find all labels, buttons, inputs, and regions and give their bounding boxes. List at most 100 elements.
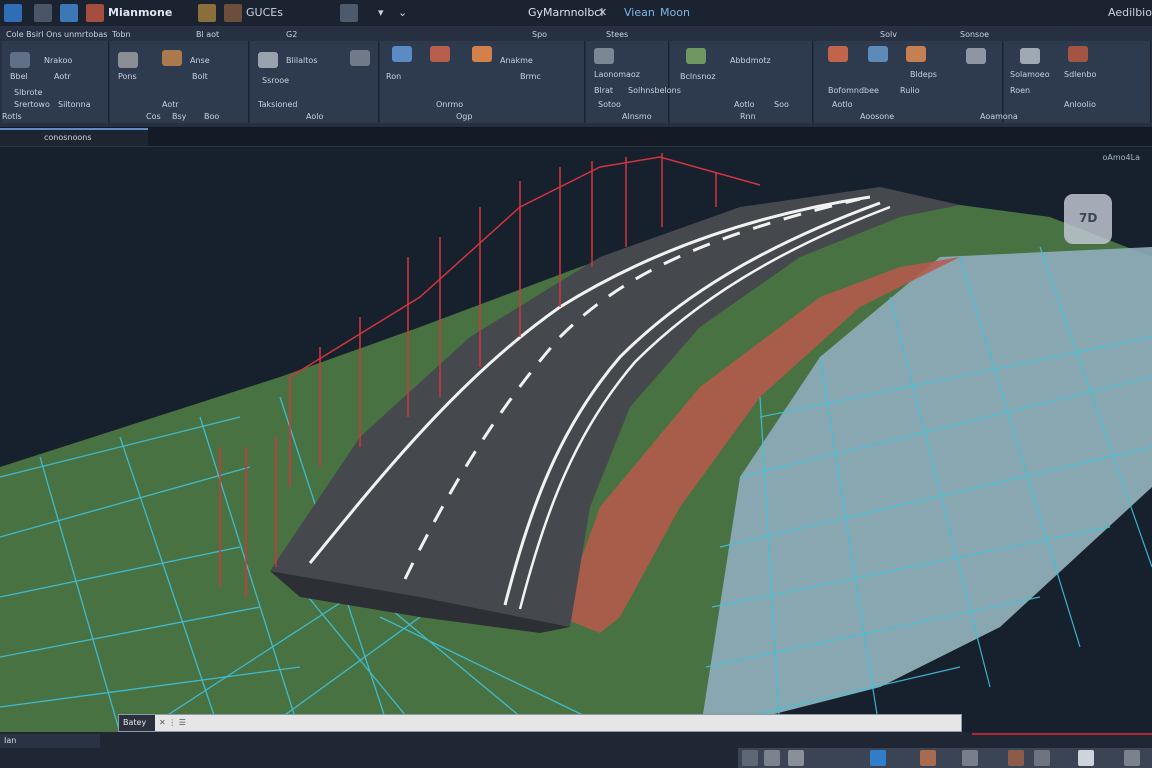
ribbon-label[interactable]: Aotr bbox=[162, 100, 179, 109]
panel-label: Alnsmo bbox=[622, 112, 652, 121]
ribbon-label[interactable]: Ron bbox=[386, 72, 401, 81]
viewport-label: oAmo4La bbox=[1102, 153, 1140, 162]
tab-insert[interactable]: unmrtobas bbox=[64, 30, 107, 39]
ribbon-label[interactable]: Bclnsnoz bbox=[680, 72, 716, 81]
insert-block-icon[interactable] bbox=[594, 48, 614, 64]
ribbon-label[interactable]: Blilaltos bbox=[286, 56, 317, 65]
layer-properties-icon[interactable] bbox=[392, 46, 412, 62]
ribbon-label[interactable]: Rulio bbox=[900, 86, 920, 95]
calculator-icon[interactable] bbox=[966, 48, 986, 64]
panel-label: Bsy bbox=[172, 112, 187, 121]
osnap-icon[interactable] bbox=[870, 750, 886, 766]
polar-icon[interactable] bbox=[788, 750, 804, 766]
window-icon[interactable] bbox=[340, 4, 358, 22]
tool-icon[interactable] bbox=[198, 4, 216, 22]
polyline-tool-icon[interactable] bbox=[118, 52, 138, 68]
ribbon-label[interactable]: Srertowo bbox=[14, 100, 50, 109]
ribbon-label[interactable]: Ssrooe bbox=[262, 76, 289, 85]
ribbon-label[interactable]: Siltonna bbox=[58, 100, 91, 109]
ribbon-label[interactable]: Sdlenbo bbox=[1064, 70, 1096, 79]
tab-home[interactable]: Cole Bsirl Ons bbox=[6, 30, 62, 39]
text-tool-icon[interactable] bbox=[430, 46, 450, 62]
annotation-icon[interactable] bbox=[1008, 750, 1024, 766]
tab-view[interactable]: G2 bbox=[286, 30, 297, 39]
viewport-tab-label: conosnoons bbox=[44, 133, 92, 142]
ribbon-label[interactable]: Abbdmotz bbox=[730, 56, 771, 65]
tab-collaborate[interactable]: Sonsoe bbox=[960, 30, 989, 39]
ribbon-label[interactable]: Laonomaoz bbox=[594, 70, 640, 79]
tab-modify[interactable]: Bl aot bbox=[196, 30, 219, 39]
ortho-icon[interactable] bbox=[764, 750, 780, 766]
save-icon[interactable] bbox=[34, 4, 52, 22]
title-text: GUCEs bbox=[246, 6, 283, 19]
ribbon-label[interactable]: Bbel bbox=[10, 72, 28, 81]
ribbon-label[interactable]: Soo bbox=[774, 100, 789, 109]
workspace-state[interactable]: Moon bbox=[660, 6, 690, 19]
line-tool-icon[interactable] bbox=[10, 52, 30, 68]
ribbon-label[interactable]: Slbrote bbox=[14, 88, 42, 97]
close-file-icon[interactable]: ✕ bbox=[598, 6, 607, 19]
navigation-cube[interactable]: 7D bbox=[1064, 194, 1112, 244]
command-icons[interactable]: ✕ ⋮ ☰ bbox=[159, 718, 186, 727]
group-tool-icon[interactable] bbox=[828, 46, 848, 62]
filename: GyMarnnolbcl bbox=[528, 6, 604, 19]
layer-icon[interactable] bbox=[224, 4, 242, 22]
ribbon-label[interactable]: Aotlo bbox=[734, 100, 754, 109]
model-tab[interactable]: Ian bbox=[0, 734, 100, 748]
tab-analyze[interactable]: Spo bbox=[532, 30, 547, 39]
hardware-icon[interactable] bbox=[1124, 750, 1140, 766]
lock-icon[interactable] bbox=[1034, 750, 1050, 766]
ungroup-tool-icon[interactable] bbox=[868, 46, 888, 62]
panel-label: Aoosone bbox=[860, 112, 895, 121]
measure-tool-icon[interactable] bbox=[906, 46, 926, 62]
viewport-tab[interactable]: conosnoons bbox=[0, 128, 148, 148]
dimension-tool-icon[interactable] bbox=[472, 46, 492, 62]
model-tab-label: Ian bbox=[4, 736, 17, 745]
ribbon-label[interactable]: Roen bbox=[1010, 86, 1030, 95]
ribbon-label[interactable]: Brmc bbox=[520, 72, 541, 81]
isolate-icon[interactable] bbox=[1078, 750, 1094, 766]
arc-tool-icon[interactable] bbox=[162, 50, 182, 66]
model-viewport[interactable]: oAmo4La bbox=[0, 146, 1152, 733]
ribbon-label[interactable]: Onrmo bbox=[436, 100, 463, 109]
ribbon-label[interactable]: Nrakoo bbox=[44, 56, 72, 65]
ribbon-label[interactable]: Aotlo bbox=[832, 100, 852, 109]
ribbon-label[interactable]: Sotoo bbox=[598, 100, 621, 109]
chevron-down-icon[interactable]: ⌄ bbox=[398, 6, 407, 19]
layout-icon[interactable] bbox=[60, 4, 78, 22]
tab-manage[interactable]: Solv bbox=[880, 30, 897, 39]
ribbon-label[interactable]: Anloolio bbox=[1064, 100, 1096, 109]
app-logo-icon[interactable] bbox=[4, 4, 22, 22]
ribbon-label[interactable]: Bolt bbox=[192, 72, 208, 81]
ribbon-label[interactable]: Anakme bbox=[500, 56, 533, 65]
copy-tool-icon[interactable] bbox=[350, 50, 370, 66]
tab-output[interactable]: Stees bbox=[606, 30, 628, 39]
nav-cube-label: 7D bbox=[1079, 211, 1098, 225]
user-name[interactable]: Aedilbio bbox=[1108, 6, 1152, 19]
ribbon-label[interactable]: Anse bbox=[190, 56, 210, 65]
workspace-icon[interactable] bbox=[920, 750, 936, 766]
panel-label: Rnn bbox=[740, 112, 756, 121]
ribbon-label[interactable]: Solamoeo bbox=[1010, 70, 1050, 79]
match-properties-icon[interactable] bbox=[686, 48, 706, 64]
status-accent-line bbox=[972, 733, 1152, 735]
road-terrain-model[interactable] bbox=[0, 147, 1152, 733]
ribbon-label[interactable]: Bldeps bbox=[910, 70, 937, 79]
status-tray bbox=[738, 748, 1152, 768]
ribbon-label[interactable]: Blrat bbox=[594, 86, 613, 95]
move-tool-icon[interactable] bbox=[258, 52, 278, 68]
dropdown-icon[interactable]: ▾ bbox=[378, 6, 384, 19]
command-line[interactable]: Batey ✕ ⋮ ☰ bbox=[118, 714, 962, 732]
ribbon-label[interactable]: Aotr bbox=[54, 72, 71, 81]
settings-icon[interactable] bbox=[962, 750, 978, 766]
workspace[interactable]: Viean bbox=[624, 6, 655, 19]
user-icon[interactable] bbox=[86, 4, 104, 22]
ribbon-label[interactable]: Pons bbox=[118, 72, 137, 81]
ribbon-label[interactable]: Bofomndbee bbox=[828, 86, 879, 95]
view-tool-icon[interactable] bbox=[1068, 46, 1088, 62]
tab-annotate[interactable]: Tobn bbox=[112, 30, 131, 39]
ribbon-label[interactable]: Taksioned bbox=[258, 100, 297, 109]
ribbon-label[interactable]: Solhnsbelons bbox=[628, 86, 681, 95]
clipboard-icon[interactable] bbox=[1020, 48, 1040, 64]
snap-icon[interactable] bbox=[742, 750, 758, 766]
